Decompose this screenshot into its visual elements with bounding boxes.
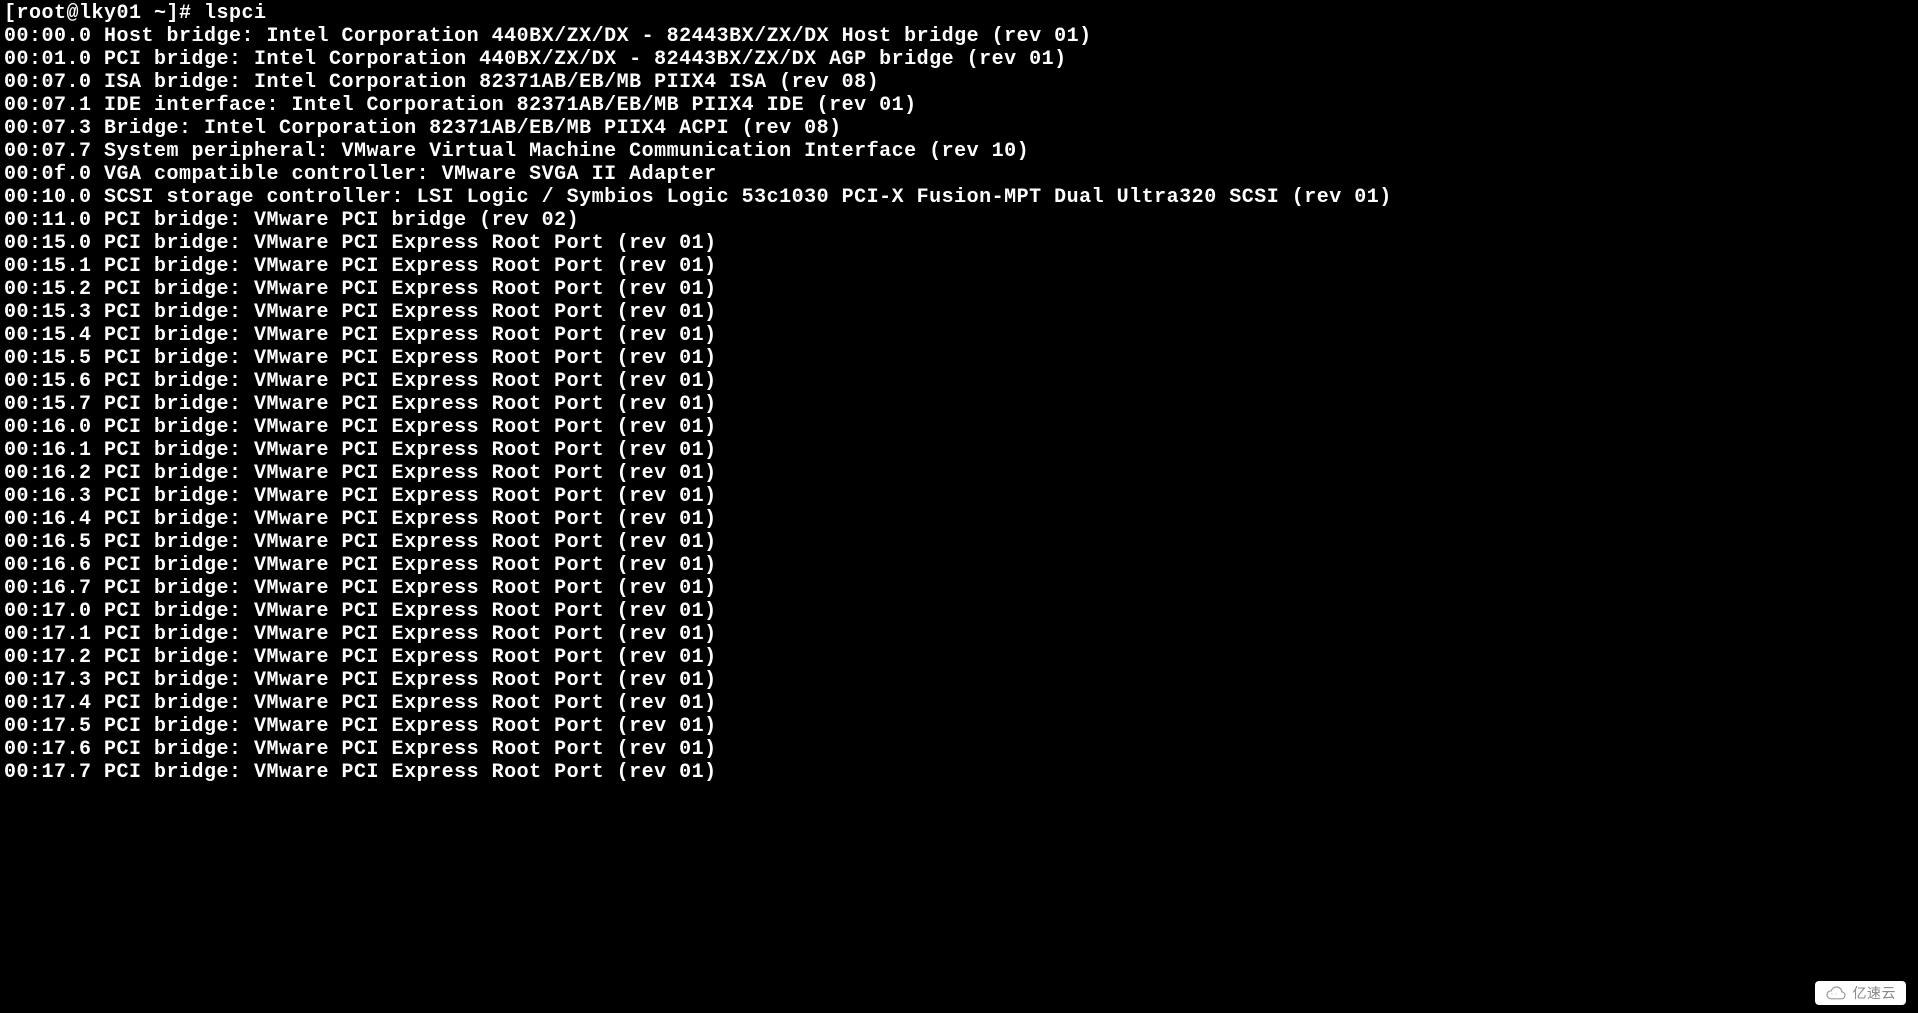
terminal-output-line: 00:17.3 PCI bridge: VMware PCI Express R… — [4, 669, 1914, 692]
terminal-output-line: 00:16.2 PCI bridge: VMware PCI Express R… — [4, 462, 1914, 485]
terminal-output-line: 00:17.2 PCI bridge: VMware PCI Express R… — [4, 646, 1914, 669]
terminal-output-line: 00:07.3 Bridge: Intel Corporation 82371A… — [4, 117, 1914, 140]
terminal-output-line: 00:0f.0 VGA compatible controller: VMwar… — [4, 163, 1914, 186]
terminal-output-line: 00:15.7 PCI bridge: VMware PCI Express R… — [4, 393, 1914, 416]
terminal-output-line: 00:16.6 PCI bridge: VMware PCI Express R… — [4, 554, 1914, 577]
terminal-output-line: 00:07.1 IDE interface: Intel Corporation… — [4, 94, 1914, 117]
terminal-output-line: 00:00.0 Host bridge: Intel Corporation 4… — [4, 25, 1914, 48]
terminal-prompt-line: [root@lky01 ~]# lspci — [4, 2, 1914, 25]
terminal-output-line: 00:16.4 PCI bridge: VMware PCI Express R… — [4, 508, 1914, 531]
watermark-badge: 亿速云 — [1815, 981, 1907, 1005]
terminal-output-line: 00:15.2 PCI bridge: VMware PCI Express R… — [4, 278, 1914, 301]
terminal-output-line: 00:16.3 PCI bridge: VMware PCI Express R… — [4, 485, 1914, 508]
terminal-output-line: 00:10.0 SCSI storage controller: LSI Log… — [4, 186, 1914, 209]
terminal-output-line: 00:17.1 PCI bridge: VMware PCI Express R… — [4, 623, 1914, 646]
terminal-output-line: 00:15.4 PCI bridge: VMware PCI Express R… — [4, 324, 1914, 347]
terminal-output-line: 00:01.0 PCI bridge: Intel Corporation 44… — [4, 48, 1914, 71]
terminal-output-line: 00:07.0 ISA bridge: Intel Corporation 82… — [4, 71, 1914, 94]
terminal-output[interactable]: [root@lky01 ~]# lspci 00:00.0 Host bridg… — [4, 2, 1914, 784]
terminal-output-line: 00:16.5 PCI bridge: VMware PCI Express R… — [4, 531, 1914, 554]
terminal-output-line: 00:17.4 PCI bridge: VMware PCI Express R… — [4, 692, 1914, 715]
watermark-text: 亿速云 — [1853, 985, 1897, 1001]
terminal-output-line: 00:15.0 PCI bridge: VMware PCI Express R… — [4, 232, 1914, 255]
terminal-output-line: 00:15.6 PCI bridge: VMware PCI Express R… — [4, 370, 1914, 393]
terminal-output-line: 00:11.0 PCI bridge: VMware PCI bridge (r… — [4, 209, 1914, 232]
terminal-output-line: 00:16.7 PCI bridge: VMware PCI Express R… — [4, 577, 1914, 600]
terminal-output-line: 00:07.7 System peripheral: VMware Virtua… — [4, 140, 1914, 163]
terminal-output-line: 00:15.3 PCI bridge: VMware PCI Express R… — [4, 301, 1914, 324]
cloud-icon — [1825, 986, 1847, 1000]
terminal-output-line: 00:16.0 PCI bridge: VMware PCI Express R… — [4, 416, 1914, 439]
terminal-output-line: 00:17.6 PCI bridge: VMware PCI Express R… — [4, 738, 1914, 761]
terminal-output-line: 00:15.1 PCI bridge: VMware PCI Express R… — [4, 255, 1914, 278]
terminal-output-line: 00:17.0 PCI bridge: VMware PCI Express R… — [4, 600, 1914, 623]
terminal-output-line: 00:16.1 PCI bridge: VMware PCI Express R… — [4, 439, 1914, 462]
terminal-output-line: 00:17.7 PCI bridge: VMware PCI Express R… — [4, 761, 1914, 784]
terminal-output-line: 00:15.5 PCI bridge: VMware PCI Express R… — [4, 347, 1914, 370]
terminal-output-line: 00:17.5 PCI bridge: VMware PCI Express R… — [4, 715, 1914, 738]
